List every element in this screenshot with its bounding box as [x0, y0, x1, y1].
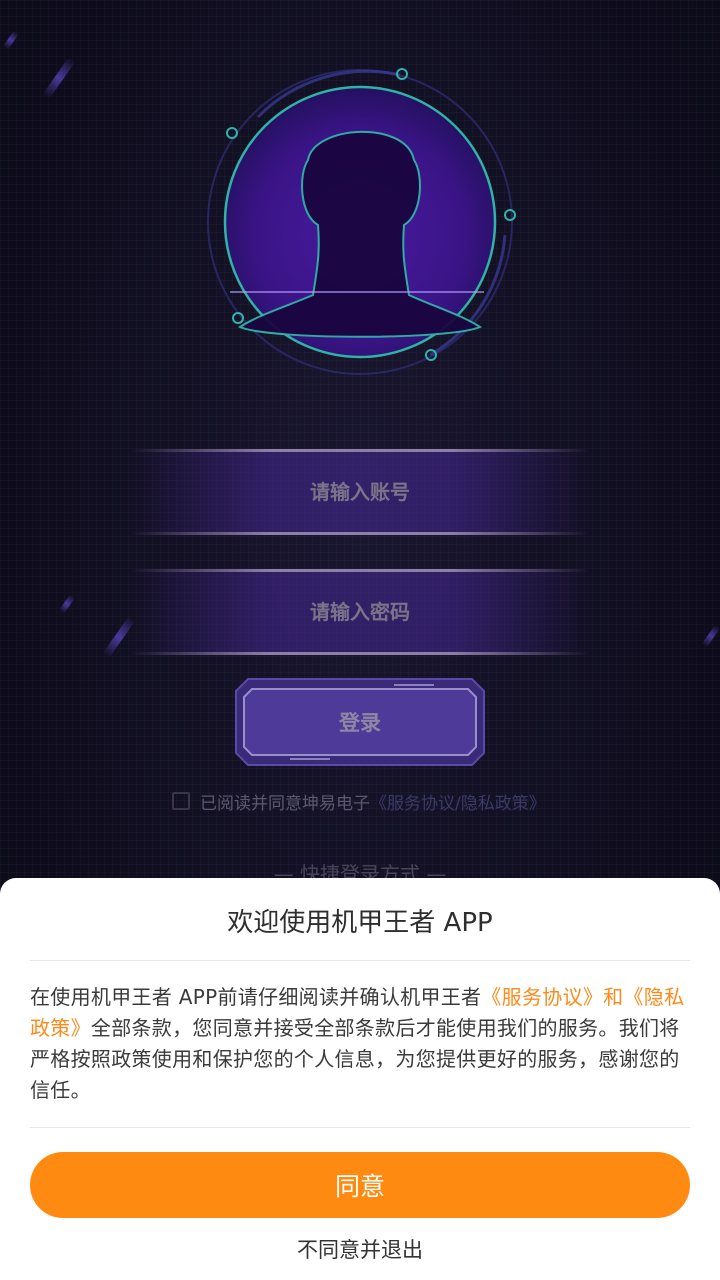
checkbox-unchecked-icon[interactable]: [172, 792, 190, 810]
dialog-title: 欢迎使用机甲王者 APP: [227, 908, 493, 938]
dialog-body-text: 全部条款，您同意并接受全部条款后才能使用我们的服务。我们将严格按照政策使用和保护…: [30, 1016, 680, 1102]
account-input[interactable]: [208, 479, 512, 505]
agreement-text: 已阅读并同意坤易电子《服务协议/隐私政策》: [200, 789, 546, 814]
divider: [30, 1127, 690, 1128]
login-screen: 登录 已阅读并同意坤易电子《服务协议/隐私政策》 — 快捷登录方式 — 欢迎使用…: [0, 0, 720, 1280]
agreement-row: 已阅读并同意坤易电子《服务协议/隐私政策》: [172, 789, 546, 814]
divider: [30, 960, 690, 961]
privacy-dialog: 欢迎使用机甲王者 APP 在使用机甲王者 APP前请仔细阅读并确认机甲王者《服务…: [0, 878, 720, 1280]
account-field[interactable]: [130, 449, 590, 535]
login-button[interactable]: 登录: [234, 677, 486, 767]
agree-button[interactable]: 同意: [30, 1152, 690, 1218]
dialog-body-text: 在使用机甲王者 APP前请仔细阅读并确认机甲王者: [30, 985, 482, 1009]
password-input[interactable]: [208, 599, 512, 625]
password-field[interactable]: [130, 569, 590, 655]
agreement-prefix: 已阅读并同意坤易电子: [200, 793, 370, 814]
login-button-label: 登录: [339, 711, 381, 735]
disagree-exit-button[interactable]: 不同意并退出: [0, 1234, 720, 1264]
agreement-link[interactable]: 《服务协议/隐私政策》: [370, 794, 546, 814]
avatar-icon: [200, 65, 520, 385]
dialog-body: 在使用机甲王者 APP前请仔细阅读并确认机甲王者《服务协议》和《隐私政策》全部条…: [30, 982, 690, 1106]
